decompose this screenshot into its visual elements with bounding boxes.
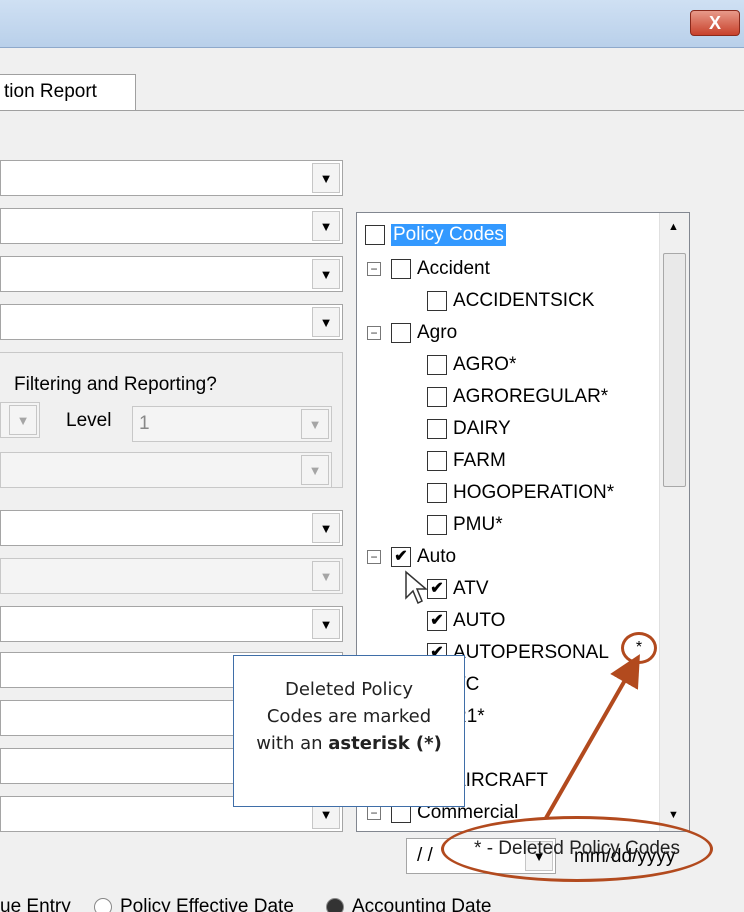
- legend-text: * - Deleted Policy Codes: [474, 838, 680, 859]
- annotation-arrow: [544, 654, 640, 819]
- legend-ellipse: * - Deleted Policy Codes: [441, 816, 713, 882]
